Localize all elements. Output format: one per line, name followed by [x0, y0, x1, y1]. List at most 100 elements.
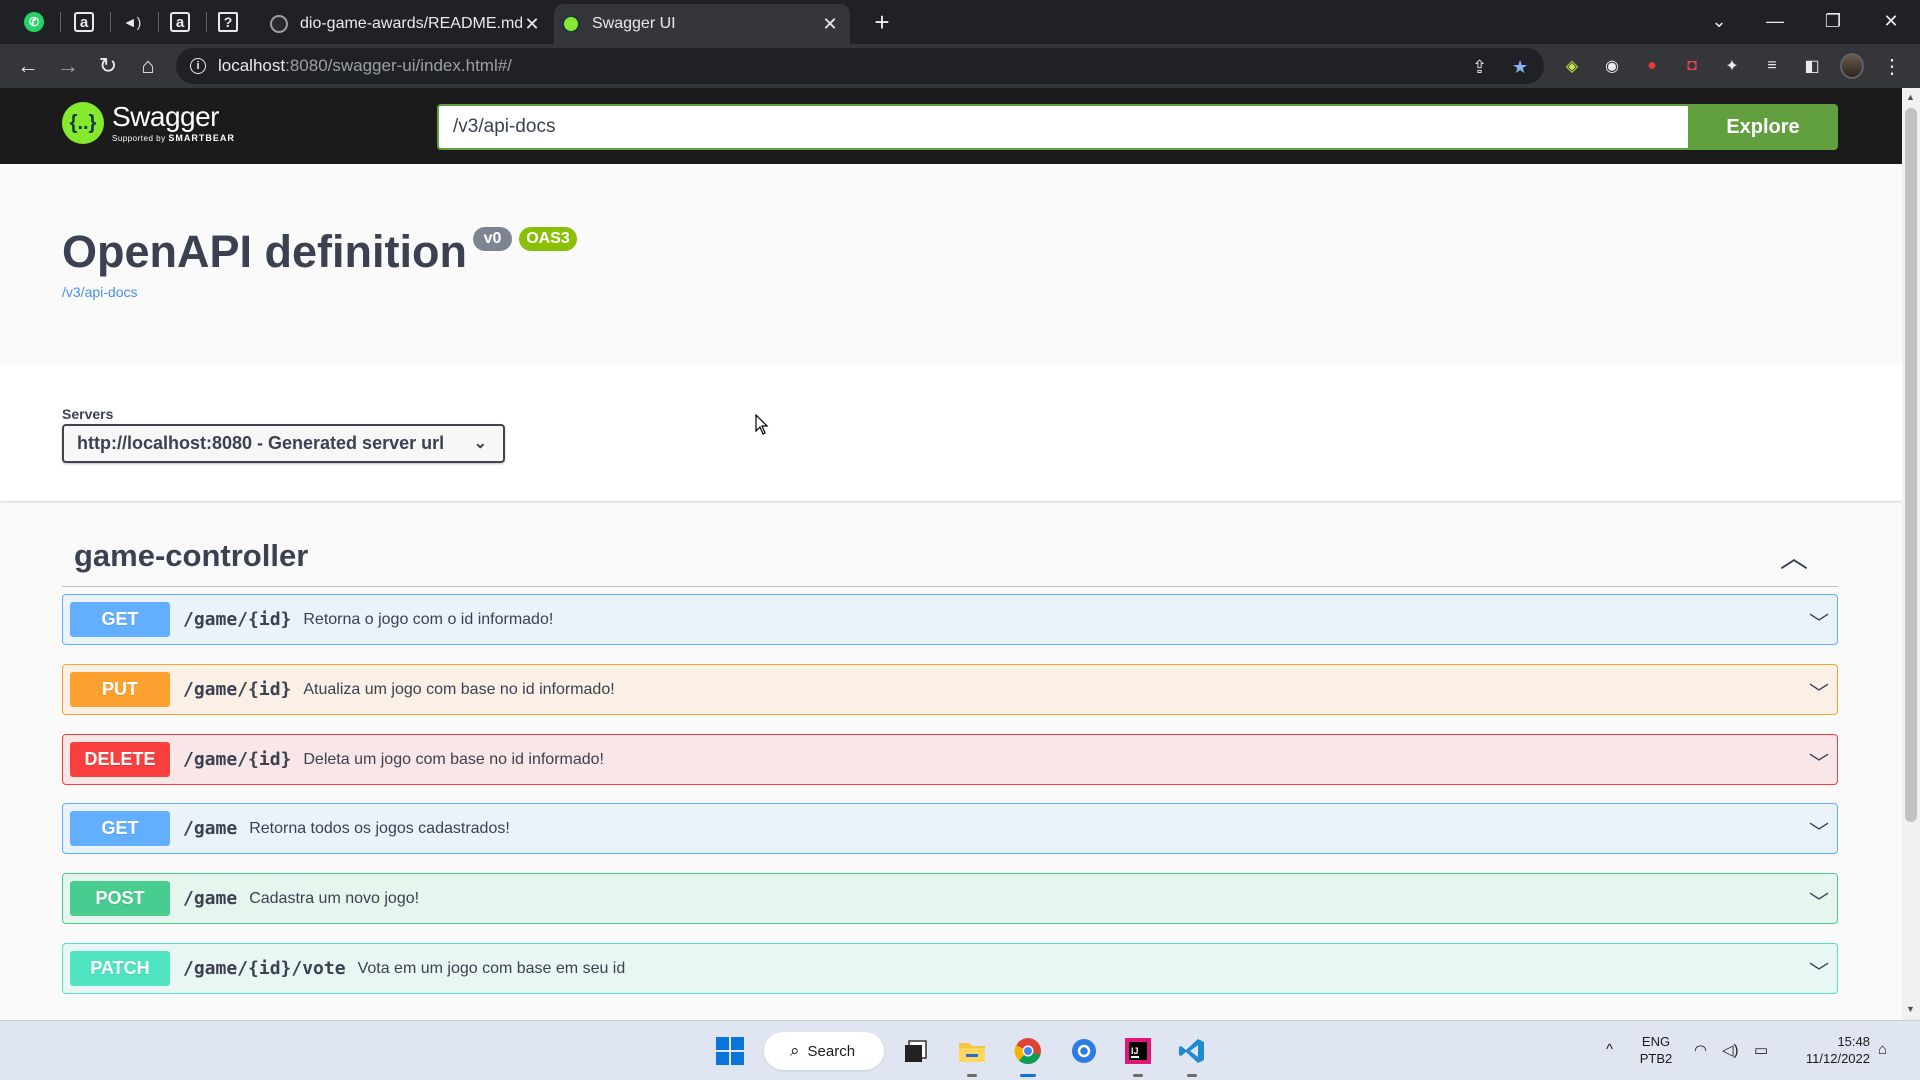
tag-header-game-controller[interactable]: game-controller ︿ [62, 530, 1838, 587]
restore-button[interactable]: ❐ [1810, 6, 1856, 36]
url-text[interactable]: localhost:8080/swagger-ui/index.html#/ [218, 56, 512, 76]
swagger-logo[interactable]: {..} Swagger Supported by SMARTBEAR [62, 102, 235, 144]
spec-link[interactable]: /v3/api-docs [62, 284, 137, 300]
browser-toolbar: ← → ↻ ⌂ i localhost:8080/swagger-ui/inde… [0, 44, 1920, 88]
gear-app-icon [1072, 1039, 1096, 1063]
taskbar-settings-app[interactable] [1064, 1031, 1104, 1071]
a-app-icon: a [170, 12, 190, 32]
scroll-up-icon[interactable]: ▲ [1906, 92, 1915, 102]
tab-swagger-ui[interactable]: Swagger UI ✕ [554, 4, 850, 44]
operation-get-game[interactable]: GET /game Retorna todos os jogos cadastr… [62, 803, 1838, 854]
wifi-icon[interactable]: ◠ [1694, 1041, 1707, 1059]
tag-name: game-controller [74, 538, 309, 573]
running-indicator [1020, 1074, 1036, 1077]
pocket-extension-icon[interactable]: ◘ [1680, 54, 1704, 78]
taskbar-chrome[interactable] [1008, 1031, 1048, 1077]
minimize-button[interactable]: — [1752, 6, 1798, 36]
close-window-button[interactable]: ✕ [1868, 6, 1914, 36]
chevron-up-icon[interactable]: ︿ [1780, 536, 1808, 576]
taskbar-intellij[interactable]: IJ [1118, 1031, 1158, 1077]
extensions-puzzle-icon[interactable]: ✦ [1720, 54, 1744, 78]
api-title: OpenAPI definition [62, 226, 467, 277]
profile-avatar[interactable] [1840, 53, 1864, 79]
operation-post-game[interactable]: POST /game Cadastra um novo jogo! ﹀ [62, 873, 1838, 924]
battery-icon[interactable]: ▭ [1754, 1041, 1768, 1059]
browser-tab-strip: ✆ a ◄) a ? dio-game-awards/README.md at … [0, 0, 1920, 44]
task-view-icon [905, 1040, 927, 1062]
share-icon[interactable]: ⇪ [1472, 57, 1487, 78]
spec-url-input[interactable] [437, 104, 1688, 150]
taskbar-search[interactable]: ⌕ Search [764, 1032, 884, 1070]
camera-extension-icon[interactable]: ◉ [1600, 54, 1624, 78]
taskbar-vscode[interactable] [1172, 1031, 1212, 1077]
close-tab-icon[interactable]: ✕ [522, 14, 542, 35]
clock[interactable]: 15:48 11/12/2022 [1790, 1033, 1870, 1067]
operation-path: /game/{id} [183, 749, 292, 770]
pinned-tab-help[interactable]: ? [214, 8, 242, 36]
side-panel-icon[interactable]: ◧ [1800, 54, 1824, 78]
operation-patch-game-vote[interactable]: PATCH /game/{id}/vote Vota em um jogo co… [62, 943, 1838, 994]
mouse-cursor-icon [755, 414, 769, 435]
method-badge: POST [70, 881, 170, 916]
extension-icon[interactable]: ◈ [1560, 54, 1584, 78]
volume-icon[interactable]: ◁) [1722, 1041, 1739, 1059]
operation-delete-game-id[interactable]: DELETE /game/{id} Deleta um jogo com bas… [62, 734, 1838, 785]
chevron-down-icon[interactable]: ﹀ [1809, 956, 1829, 985]
tab-separator [206, 12, 207, 32]
operation-put-game-id[interactable]: PUT /game/{id} Atualiza um jogo com base… [62, 664, 1838, 715]
tab-github-readme[interactable]: dio-game-awards/README.md at ✕ [262, 4, 552, 44]
page-scrollbar[interactable]: ▲ ▼ [1902, 88, 1920, 1020]
menu-kebab-icon[interactable]: ⋮ [1880, 54, 1904, 78]
operation-path: /game [183, 888, 238, 909]
operation-get-game-id[interactable]: GET /game/{id} Retorna o jogo com o id i… [62, 594, 1838, 645]
taskbar-task-view[interactable] [896, 1031, 936, 1071]
url-host: localhost [218, 56, 286, 75]
explore-button[interactable]: Explore [1688, 104, 1838, 150]
operation-summary: Retorna todos os jogos cadastrados! [249, 819, 510, 837]
pinned-tab-audio[interactable]: ◄) [118, 8, 146, 36]
running-indicator [967, 1074, 977, 1077]
pinned-tab-a[interactable]: a [70, 8, 98, 36]
scroll-down-icon[interactable]: ▼ [1906, 1004, 1915, 1014]
server-select[interactable]: http://localhost:8080 - Generated server… [62, 424, 505, 463]
tray-overflow-chevron-icon[interactable]: ^ [1606, 1041, 1613, 1058]
avatar [1840, 53, 1864, 79]
search-icon: ⌕ [790, 1041, 800, 1060]
pinned-tab-whatsapp[interactable]: ✆ [20, 8, 48, 36]
site-info-icon[interactable]: i [190, 58, 206, 74]
reload-button[interactable]: ↻ [94, 52, 122, 80]
input-language-indicator[interactable]: ENG PTB2 [1636, 1033, 1676, 1067]
reading-list-icon[interactable]: ≡ [1760, 54, 1784, 78]
chevron-down-icon[interactable]: ﹀ [1809, 677, 1829, 706]
chevron-down-icon[interactable]: ﹀ [1809, 747, 1829, 776]
start-button[interactable] [710, 1031, 750, 1071]
taskbar-file-explorer[interactable] [952, 1031, 992, 1077]
smartbear-text: SMARTBEAR [168, 133, 235, 143]
back-button[interactable]: ← [14, 52, 42, 80]
operation-path: /game/{id} [183, 679, 292, 700]
chevron-down-icon[interactable]: ﹀ [1809, 816, 1829, 845]
version-badge: v0 [473, 227, 512, 251]
scrollbar-thumb[interactable] [1905, 108, 1917, 822]
smartbear-tagline: Supported by SMARTBEAR [112, 133, 235, 143]
operation-summary: Vota em um jogo com base em seu id [357, 959, 626, 977]
forward-button[interactable]: → [54, 52, 82, 80]
pinned-tab-a2[interactable]: a [166, 8, 194, 36]
close-tab-icon[interactable]: ✕ [820, 14, 840, 35]
servers-section: Servers http://localhost:8080 - Generate… [0, 364, 1902, 501]
address-bar[interactable]: i localhost:8080/swagger-ui/index.html#/… [176, 48, 1544, 84]
red-extension-icon[interactable]: ● [1640, 54, 1664, 78]
bookmark-star-icon[interactable]: ★ [1512, 57, 1528, 78]
tab-search-dropdown-icon[interactable]: ⌄ [1696, 6, 1742, 36]
notification-bell-icon[interactable]: ⌂ [1878, 1041, 1887, 1058]
operation-summary: Atualiza um jogo com base no id informad… [303, 680, 615, 698]
chevron-down-icon[interactable]: ﹀ [1809, 886, 1829, 915]
clock-time: 15:48 [1837, 1034, 1870, 1049]
new-tab-button[interactable]: + [868, 7, 896, 37]
method-badge: GET [70, 811, 170, 846]
home-button[interactable]: ⌂ [134, 52, 162, 80]
operation-summary: Deleta um jogo com base no id informado! [303, 750, 604, 768]
swagger-favicon-icon [562, 15, 580, 33]
chevron-down-icon: ⌄ [473, 435, 487, 452]
chevron-down-icon[interactable]: ﹀ [1809, 607, 1829, 636]
